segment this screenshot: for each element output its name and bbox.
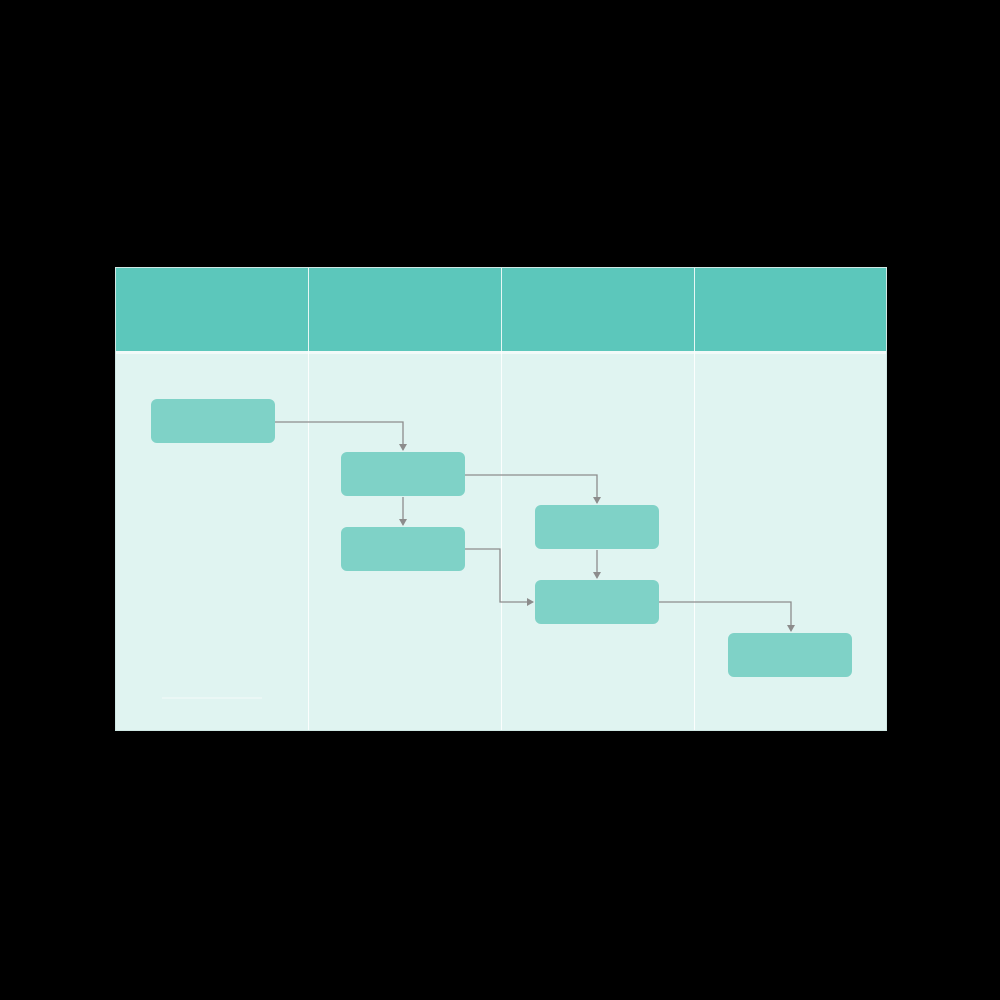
task-box-2[interactable] <box>341 452 465 496</box>
lane-divider-3 <box>694 268 695 730</box>
connector-task2-task4 <box>465 474 601 504</box>
task-box-4[interactable] <box>535 505 659 549</box>
connector-task5-task6 <box>659 601 795 632</box>
connector-task1-task2 <box>275 421 407 451</box>
lane-divider-1 <box>308 268 309 730</box>
swimlane-diagram <box>115 267 887 731</box>
faint-watermark-mark <box>162 697 262 699</box>
connector-task3-task5 <box>465 548 534 606</box>
lane-header-2 <box>309 268 501 354</box>
lane-header-4 <box>695 268 888 354</box>
lane-divider-2 <box>501 268 502 730</box>
canvas <box>0 0 1000 1000</box>
lane-header-1 <box>116 268 308 354</box>
task-box-5[interactable] <box>535 580 659 624</box>
task-box-6[interactable] <box>728 633 852 677</box>
lane-header-3 <box>502 268 694 354</box>
task-box-3[interactable] <box>341 527 465 571</box>
task-box-1[interactable] <box>151 399 275 443</box>
